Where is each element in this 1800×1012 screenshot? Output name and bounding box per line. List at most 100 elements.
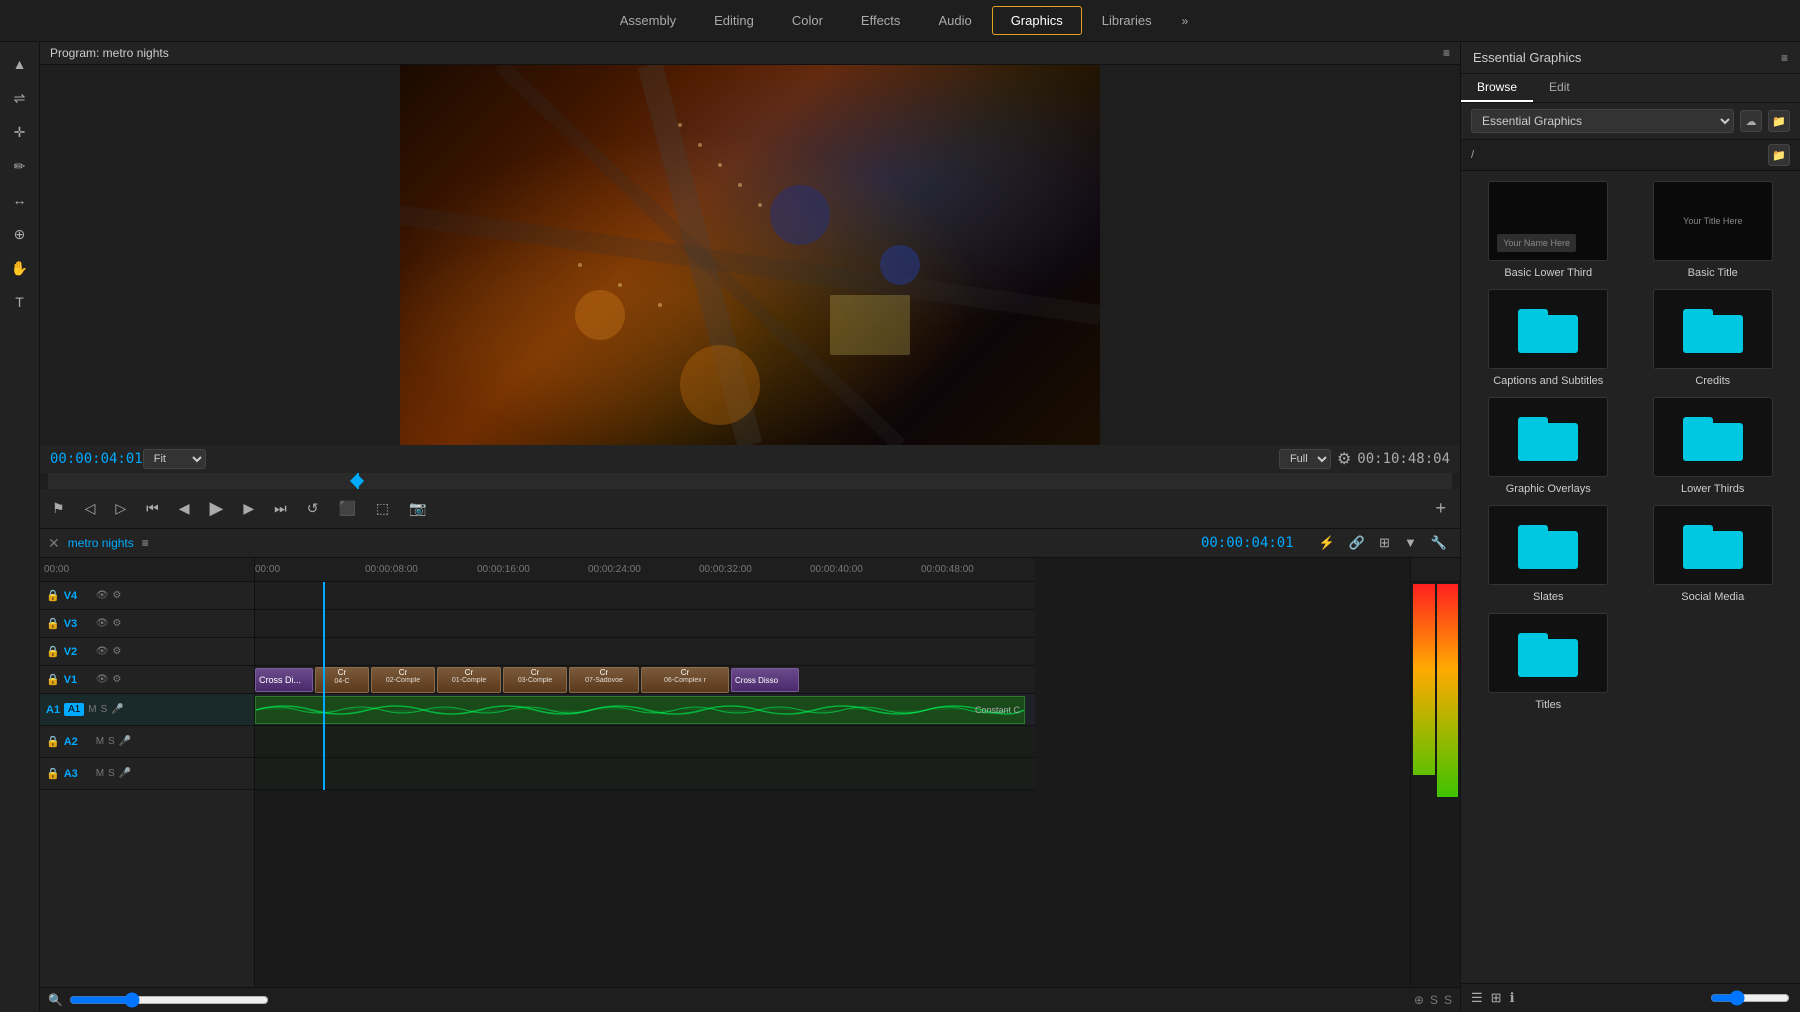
graphics-source-dropdown[interactable]: Essential Graphics Local Templates Folde… (1471, 109, 1734, 133)
graphics-item-titles[interactable]: Titles (1471, 613, 1626, 711)
audio-clip-a1[interactable]: Constant C (255, 696, 1025, 724)
graphics-item-captions[interactable]: Captions and Subtitles (1471, 289, 1626, 387)
grid-view-icon[interactable]: ⊞ (1491, 990, 1502, 1006)
solo-icon-a2[interactable]: S (108, 736, 115, 747)
mute-icon-a3[interactable]: M (96, 768, 104, 779)
mic-icon-a2[interactable]: 🎤 (119, 736, 131, 747)
graphics-item-credits[interactable]: Credits (1636, 289, 1791, 387)
cloud-icon[interactable]: ☁ (1740, 110, 1762, 132)
monitor-scrubber[interactable] (48, 473, 1452, 489)
path-folder-icon[interactable]: 📁 (1768, 144, 1790, 166)
settings-icon[interactable]: ⚙ (1337, 449, 1351, 469)
monitor-menu-icon[interactable]: ≡ (1443, 46, 1450, 60)
nav-color[interactable]: Color (774, 7, 841, 34)
timeline-tool-marker[interactable]: ▼ (1399, 533, 1422, 553)
settings-icon-v2[interactable]: ⚙ (112, 646, 121, 657)
graphics-item-basic-lower-third[interactable]: Your Name Here Basic Lower Third (1471, 181, 1626, 279)
tool-ripple[interactable]: ✛ (5, 118, 35, 146)
tab-edit[interactable]: Edit (1533, 74, 1586, 102)
tool-text[interactable]: T (5, 288, 35, 316)
prev-frame-button[interactable]: ◀ (173, 497, 196, 520)
nav-effects[interactable]: Effects (843, 7, 919, 34)
tool-razor[interactable]: ⇌ (5, 84, 35, 112)
settings-icon-v3[interactable]: ⚙ (112, 618, 121, 629)
mic-icon-a3[interactable]: 🎤 (119, 768, 131, 779)
tool-zoom[interactable]: ⊕ (5, 220, 35, 248)
play-button[interactable]: ▶ (204, 495, 230, 522)
settings-icon-v4[interactable]: ⚙ (112, 590, 121, 601)
timeline-settings-icon[interactable]: S (1430, 993, 1438, 1007)
nav-editing[interactable]: Editing (696, 7, 772, 34)
mark-in-button[interactable]: ⚑ (46, 497, 71, 520)
mute-icon-a2[interactable]: M (96, 736, 104, 747)
next-frame-button[interactable]: ▶ (237, 497, 260, 520)
lock-icon-v4[interactable]: 🔒 (46, 589, 60, 602)
eye-icon-v3[interactable]: 👁 (96, 618, 109, 629)
mic-icon-a1[interactable]: 🎤 (111, 704, 123, 715)
overwrite-button[interactable]: ⬚ (370, 497, 395, 520)
step-back-button[interactable]: ◁ (79, 497, 102, 520)
solo-icon-a1[interactable]: S (101, 704, 108, 715)
close-timeline-icon[interactable]: ✕ (48, 535, 60, 552)
graphics-item-slates[interactable]: Slates (1471, 505, 1626, 603)
timeline-tool-snap[interactable]: ⚡ (1314, 533, 1340, 553)
timeline-tool-link[interactable]: 🔗 (1344, 533, 1370, 553)
timeline-solo-icon[interactable]: S (1444, 993, 1452, 1007)
nav-libraries[interactable]: Libraries (1084, 7, 1170, 34)
folder-icon-btn[interactable]: 📁 (1768, 110, 1790, 132)
clip-01comple[interactable]: Cr 01-Comple (437, 667, 501, 693)
nav-graphics[interactable]: Graphics (992, 6, 1082, 35)
lock-icon-v2[interactable]: 🔒 (46, 645, 60, 658)
graphics-item-basic-title[interactable]: Your Title Here Basic Title (1636, 181, 1791, 279)
clip-06complex[interactable]: Cr 06-Complex r (641, 667, 729, 693)
panel-menu-icon[interactable]: ≡ (1781, 51, 1788, 65)
timeline-zoom-out-icon[interactable]: 🔍 (48, 993, 63, 1007)
clip-04c[interactable]: Cr 04-C (315, 667, 369, 693)
nav-audio[interactable]: Audio (920, 7, 989, 34)
settings-icon-v1[interactable]: ⚙ (112, 674, 121, 685)
lock-icon-v1[interactable]: 🔒 (46, 673, 60, 686)
graphics-item-lower-thirds[interactable]: Lower Thirds (1636, 397, 1791, 495)
tool-hand[interactable]: ✋ (5, 254, 35, 282)
lock-icon-a2[interactable]: 🔒 (46, 735, 60, 748)
tool-select[interactable]: ▲ (5, 50, 35, 78)
info-icon[interactable]: ℹ (1510, 990, 1515, 1006)
skip-forward-button[interactable]: ⏭ (268, 497, 293, 520)
list-view-icon[interactable]: ☰ (1471, 990, 1483, 1006)
graphics-item-graphic-overlays[interactable]: Graphic Overlays (1471, 397, 1626, 495)
step-forward-button[interactable]: ▷ (109, 497, 132, 520)
solo-icon-a3[interactable]: S (108, 768, 115, 779)
nav-assembly[interactable]: Assembly (602, 7, 694, 34)
timeline-add-track-icon[interactable]: ⊕ (1414, 993, 1424, 1007)
clip-cross-disso[interactable]: Cross Disso (731, 668, 799, 692)
lock-icon-a3[interactable]: 🔒 (46, 767, 60, 780)
tool-pen[interactable]: ✏ (5, 152, 35, 180)
tool-track-select[interactable]: ↔ (5, 186, 35, 214)
graphic-overlays-thumb (1488, 397, 1608, 477)
nav-more[interactable]: » (1172, 8, 1199, 34)
time-ruler[interactable]: 00:00 00:00:08:00 00:00:16:00 00:00:24:0… (255, 558, 1035, 582)
panel-zoom-slider[interactable] (1710, 990, 1790, 1006)
graphics-item-social-media[interactable]: Social Media (1636, 505, 1791, 603)
timeline-menu-icon[interactable]: ≡ (142, 536, 149, 550)
clip-02comple[interactable]: Cr 02-Comple (371, 667, 435, 693)
eye-icon-v2[interactable]: 👁 (96, 646, 109, 657)
tab-browse[interactable]: Browse (1461, 74, 1533, 102)
skip-back-button[interactable]: ⏮ (140, 497, 165, 520)
eye-icon-v4[interactable]: 👁 (96, 590, 109, 601)
fit-dropdown[interactable]: Fit25%50%75%100% (143, 449, 206, 469)
timeline-tool-wrench[interactable]: 🔧 (1426, 533, 1452, 553)
export-frame-button[interactable]: 📷 (403, 497, 432, 520)
timeline-tool-magnet[interactable]: ⊞ (1374, 533, 1395, 553)
clip-03comple[interactable]: Cr 03-Comple (503, 667, 567, 693)
loop-button[interactable]: ↺ (301, 497, 325, 520)
clip-cross-di[interactable]: Cross Di... (255, 668, 313, 692)
quality-dropdown[interactable]: Full1/41/2 (1279, 449, 1331, 469)
insert-button[interactable]: ⬛ (332, 497, 361, 520)
mute-icon-a1[interactable]: M (88, 704, 96, 715)
timeline-zoom-slider[interactable] (69, 992, 269, 1008)
clip-07sadovoe[interactable]: Cr 07-Sadovoe (569, 667, 639, 693)
eye-icon-v1[interactable]: 👁 (96, 674, 109, 685)
add-button[interactable]: + (1427, 498, 1454, 519)
lock-icon-v3[interactable]: 🔒 (46, 617, 60, 630)
